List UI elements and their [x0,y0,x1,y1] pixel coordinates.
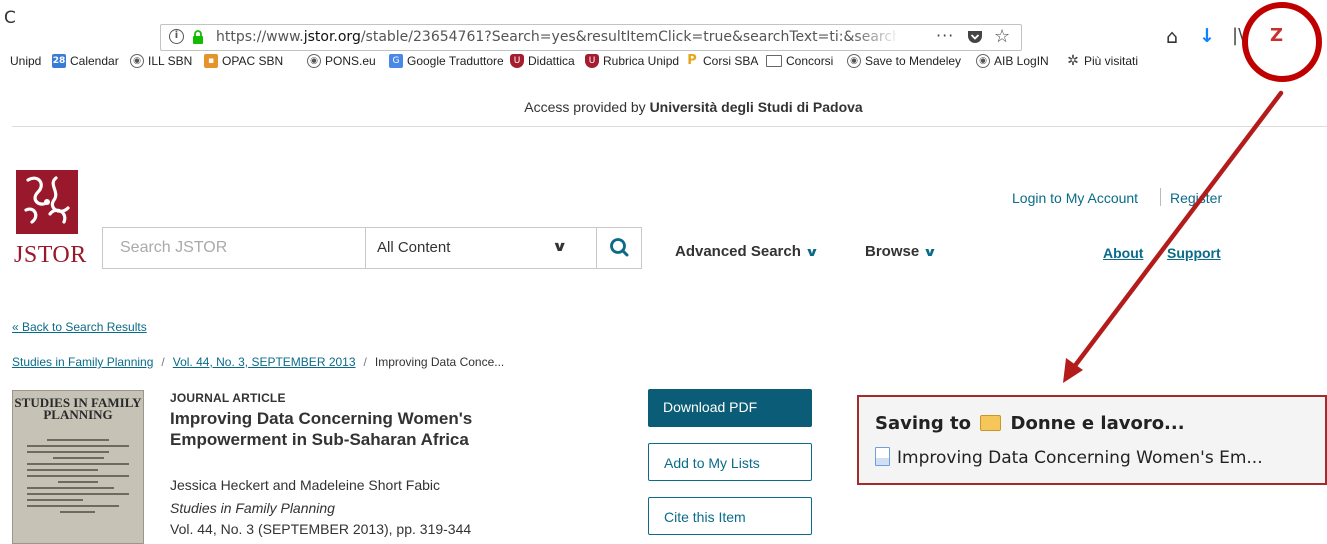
chevron-down-icon: ∨ [804,245,820,259]
register-link[interactable]: Register [1170,190,1222,206]
zotero-saving-popup: Saving to Donne e lavoro... Improving Da… [857,395,1327,485]
saving-title: Saving to Donne e lavoro... [875,413,1185,434]
globe-icon: ◉ [130,54,144,68]
chevron-down-icon: ∨ [922,245,938,259]
sba-icon: P [685,54,699,68]
globe-icon: ◉ [847,54,861,68]
bookmark-unipd[interactable]: Unipd [10,54,41,68]
access-divider [12,126,1327,127]
opac-icon: ▪ [204,54,218,68]
article-type: JOURNAL ARTICLE [170,391,286,405]
support-link[interactable]: Support [1167,245,1221,261]
article-journal: Studies in Family Planning [170,500,335,516]
access-banner: Access provided by Università degli Stud… [524,99,863,115]
back-to-results-link[interactable]: « Back to Search Results [12,320,147,334]
bookmark-ill-sbn[interactable]: ◉ ILL SBN [130,54,192,68]
article-volume: Vol. 44, No. 3 (SEPTEMBER 2013), pp. 319… [170,521,472,537]
unipd-shield-icon: U [585,54,599,68]
page-actions-icon[interactable]: ··· [936,26,954,45]
bookmark-corsi-sba[interactable]: P Corsi SBA [685,54,758,68]
bookmark-save-to-mendeley[interactable]: ◉ Save to Mendeley [847,54,961,68]
bookmark-pons[interactable]: ◉ PONS.eu [307,54,376,68]
breadcrumb-separator: / [161,355,165,369]
bookmark-concorsi[interactable]: Concorsi [766,54,833,68]
url-fade [851,27,901,49]
address-bar[interactable]: i https://www.jstor.org/stable/23654761?… [160,24,1022,51]
info-icon[interactable]: i [169,29,184,44]
bookmark-rubrica-unipd[interactable]: U Rubrica Unipd [585,54,679,68]
download-pdf-button[interactable]: Download PDF [648,389,812,427]
saving-item: Improving Data Concerning Women's Em... [875,447,1263,468]
chevron-down-icon: ∨ [551,239,568,255]
article-authors: Jessica Heckert and Madeleine Short Fabi… [170,477,441,493]
star-icon[interactable]: ☆ [994,26,1010,47]
lock-icon[interactable] [192,30,204,44]
folder-icon [766,55,782,67]
google-translate-icon: G [389,54,403,68]
pocket-icon[interactable] [967,30,983,44]
journal-cover[interactable]: STUDIES IN FAMILY PLANNING [12,390,144,544]
about-link[interactable]: About [1103,245,1143,261]
bookmark-piu-visitati[interactable]: ✲ Più visitati [1066,54,1138,68]
add-to-lists-button[interactable]: Add to My Lists [648,443,812,481]
breadcrumb-current: Improving Data Conce... [374,355,505,369]
globe-icon: ◉ [976,54,990,68]
folder-icon [980,415,1002,431]
reload-icon[interactable]: C [4,8,16,28]
breadcrumb-journal[interactable]: Studies in Family Planning [12,355,153,369]
download-icon[interactable]: ↓ [1199,25,1215,47]
url-text[interactable]: https://www.jstor.org/stable/23654761?Se… [216,29,896,45]
globe-icon: ◉ [307,54,321,68]
breadcrumb-separator: / [363,355,367,369]
bookmark-aib-login[interactable]: ◉ AIB LogIN [976,54,1049,68]
document-icon [875,447,890,466]
browse-menu[interactable]: Browse ∨ [865,243,938,260]
jstor-logo-mark [16,170,78,234]
bookmark-google-traduttore[interactable]: G Google Traduttore [389,54,504,68]
content-scope-select[interactable]: All Content ∨ [366,228,596,268]
jstor-logo-text: JSTOR [14,242,87,268]
account-separator [1160,188,1161,206]
breadcrumb-issue[interactable]: Vol. 44, No. 3, SEPTEMBER 2013 [173,355,356,369]
bookmarks-toolbar: Unipd 28 Calendar ◉ ILL SBN ▪ OPAC SBN ◉ PON… [0,50,1327,74]
login-link[interactable]: Login to My Account [1012,190,1138,206]
search-bar: All Content ∨ [102,227,642,269]
calendar-icon: 28 [52,54,66,68]
breadcrumb: Studies in Family Planning / Vol. 44, No. … [12,355,504,369]
search-icon[interactable] [597,228,642,268]
cover-contents [27,439,129,517]
search-input[interactable] [103,228,365,268]
unipd-shield-icon: U [510,54,524,68]
bookmark-opac-sbn[interactable]: ▪ OPAC SBN [204,54,283,68]
cover-title: STUDIES IN FAMILY PLANNING [14,395,142,422]
advanced-search-menu[interactable]: Advanced Search ∨ [675,243,820,260]
article-title: Improving Data Concerning Women's Empowe… [170,409,473,449]
jstor-logo[interactable]: JSTOR [14,170,87,275]
bookmark-calendar[interactable]: 28 Calendar [52,54,119,68]
gear-icon: ✲ [1066,53,1080,69]
bookmark-didattica[interactable]: U Didattica [510,54,575,68]
cite-item-button[interactable]: Cite this Item [648,497,812,535]
home-icon[interactable]: ⌂ [1166,26,1178,48]
